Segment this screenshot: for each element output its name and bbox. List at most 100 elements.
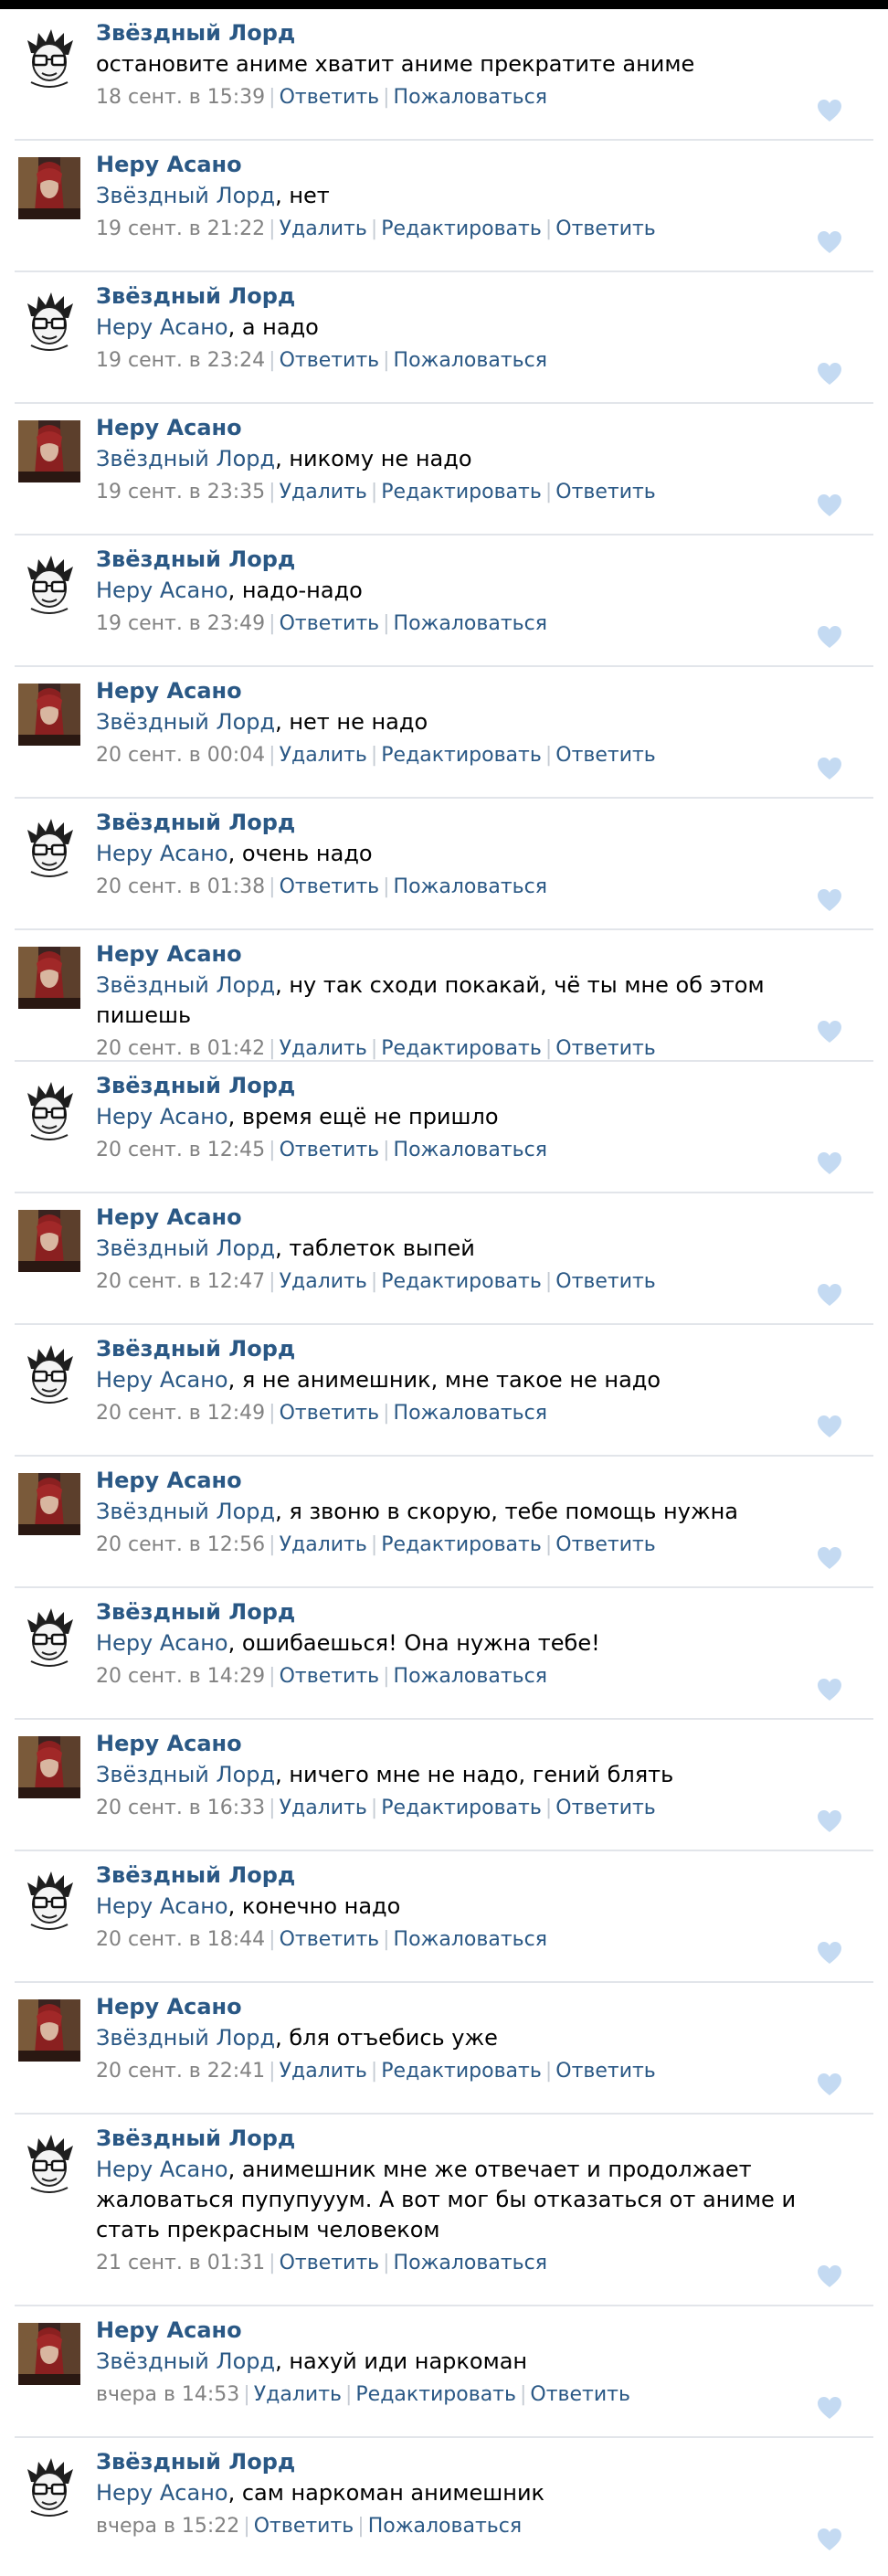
like-button[interactable] <box>817 362 842 386</box>
reply-button[interactable]: Ответить <box>280 875 380 898</box>
like-button[interactable] <box>817 1020 842 1044</box>
comment-author[interactable]: Неру Асано <box>96 411 824 444</box>
like-button[interactable] <box>817 2396 842 2420</box>
avatar[interactable] <box>18 2131 80 2193</box>
edit-button[interactable]: Редактировать <box>381 744 542 767</box>
edit-button[interactable]: Редактировать <box>381 2060 542 2083</box>
like-button[interactable] <box>817 2528 842 2551</box>
comment-author[interactable]: Звёздный Лорд <box>96 2445 824 2478</box>
reply-to-link[interactable]: Звёздный Лорд <box>96 972 275 998</box>
like-button[interactable] <box>817 1809 842 1833</box>
comment-author[interactable]: Звёздный Лорд <box>96 806 824 839</box>
reply-to-link[interactable]: Звёздный Лорд <box>96 1235 275 1261</box>
edit-button[interactable]: Редактировать <box>381 1533 542 1556</box>
comment-author[interactable]: Звёздный Лорд <box>96 2122 824 2155</box>
reply-to-link[interactable]: Неру Асано <box>96 2157 228 2182</box>
report-button[interactable]: Пожаловаться <box>394 2252 547 2274</box>
edit-button[interactable]: Редактировать <box>381 1037 542 1060</box>
reply-button[interactable]: Ответить <box>280 1928 380 1951</box>
like-button[interactable] <box>817 625 842 649</box>
comment-author[interactable]: Неру Асано <box>96 674 824 707</box>
avatar[interactable] <box>18 1473 80 1535</box>
avatar[interactable] <box>18 1868 80 1930</box>
reply-to-link[interactable]: Неру Асано <box>96 1893 228 1919</box>
reply-to-link[interactable]: Неру Асано <box>96 1367 228 1393</box>
comment-author[interactable]: Звёздный Лорд <box>96 1595 824 1628</box>
comment-author[interactable]: Неру Асано <box>96 2314 824 2347</box>
edit-button[interactable]: Редактировать <box>381 1270 542 1293</box>
avatar[interactable] <box>18 1210 80 1272</box>
reply-button[interactable]: Ответить <box>555 217 656 240</box>
reply-to-link[interactable]: Неру Асано <box>96 578 228 603</box>
comment-author[interactable]: Звёздный Лорд <box>96 543 824 576</box>
reply-to-link[interactable]: Неру Асано <box>96 314 228 340</box>
avatar[interactable] <box>18 1736 80 1798</box>
reply-button[interactable]: Ответить <box>555 481 656 504</box>
like-button[interactable] <box>817 1941 842 1965</box>
reply-button[interactable]: Ответить <box>280 349 380 372</box>
delete-button[interactable]: Удалить <box>280 1270 367 1293</box>
report-button[interactable]: Пожаловаться <box>394 349 547 372</box>
like-button[interactable] <box>817 230 842 254</box>
report-button[interactable]: Пожаловаться <box>394 1402 547 1425</box>
reply-button[interactable]: Ответить <box>555 1037 656 1060</box>
reply-to-link[interactable]: Звёздный Лорд <box>96 709 275 735</box>
like-button[interactable] <box>817 99 842 122</box>
delete-button[interactable]: Удалить <box>254 2383 342 2406</box>
reply-button[interactable]: Ответить <box>555 1533 656 1556</box>
delete-button[interactable]: Удалить <box>280 1797 367 1819</box>
reply-to-link[interactable]: Неру Асано <box>96 1104 228 1129</box>
like-button[interactable] <box>817 493 842 517</box>
report-button[interactable]: Пожаловаться <box>394 1139 547 1161</box>
edit-button[interactable]: Редактировать <box>355 2383 516 2406</box>
like-button[interactable] <box>817 2264 842 2288</box>
like-button[interactable] <box>817 888 842 912</box>
avatar[interactable] <box>18 1078 80 1140</box>
avatar[interactable] <box>18 157 80 219</box>
reply-button[interactable]: Ответить <box>280 86 380 109</box>
comment-author[interactable]: Звёздный Лорд <box>96 1069 824 1102</box>
like-button[interactable] <box>817 1283 842 1307</box>
reply-button[interactable]: Ответить <box>280 2252 380 2274</box>
reply-button[interactable]: Ответить <box>280 1402 380 1425</box>
comment-author[interactable]: Звёздный Лорд <box>96 1332 824 1365</box>
like-button[interactable] <box>817 757 842 780</box>
comment-author[interactable]: Неру Асано <box>96 938 824 970</box>
edit-button[interactable]: Редактировать <box>381 1797 542 1819</box>
delete-button[interactable]: Удалить <box>280 1037 367 1060</box>
reply-button[interactable]: Ответить <box>530 2383 630 2406</box>
reply-to-link[interactable]: Звёздный Лорд <box>96 183 275 208</box>
report-button[interactable]: Пожаловаться <box>394 1665 547 1688</box>
report-button[interactable]: Пожаловаться <box>394 612 547 635</box>
reply-button[interactable]: Ответить <box>555 1797 656 1819</box>
delete-button[interactable]: Удалить <box>280 1533 367 1556</box>
reply-button[interactable]: Ответить <box>280 612 380 635</box>
comment-author[interactable]: Неру Асано <box>96 1464 824 1497</box>
avatar[interactable] <box>18 420 80 482</box>
avatar[interactable] <box>18 1999 80 2062</box>
report-button[interactable]: Пожаловаться <box>394 1928 547 1951</box>
reply-button[interactable]: Ответить <box>280 1139 380 1161</box>
avatar[interactable] <box>18 289 80 351</box>
reply-button[interactable]: Ответить <box>555 1270 656 1293</box>
reply-to-link[interactable]: Звёздный Лорд <box>96 2025 275 2051</box>
reply-to-link[interactable]: Неру Асано <box>96 1630 228 1656</box>
like-button[interactable] <box>817 2072 842 2096</box>
avatar[interactable] <box>18 684 80 746</box>
reply-to-link[interactable]: Неру Асано <box>96 2480 228 2506</box>
report-button[interactable]: Пожаловаться <box>394 86 547 109</box>
like-button[interactable] <box>817 1415 842 1438</box>
reply-to-link[interactable]: Звёздный Лорд <box>96 2348 275 2374</box>
avatar[interactable] <box>18 2323 80 2385</box>
delete-button[interactable]: Удалить <box>280 744 367 767</box>
report-button[interactable]: Пожаловаться <box>368 2515 522 2538</box>
edit-button[interactable]: Редактировать <box>381 481 542 504</box>
like-button[interactable] <box>817 1546 842 1570</box>
avatar[interactable] <box>18 1341 80 1404</box>
delete-button[interactable]: Удалить <box>280 481 367 504</box>
reply-to-link[interactable]: Звёздный Лорд <box>96 1762 275 1787</box>
delete-button[interactable]: Удалить <box>280 217 367 240</box>
avatar[interactable] <box>18 947 80 1009</box>
comment-author[interactable]: Звёздный Лорд <box>96 16 824 49</box>
avatar[interactable] <box>18 2454 80 2517</box>
